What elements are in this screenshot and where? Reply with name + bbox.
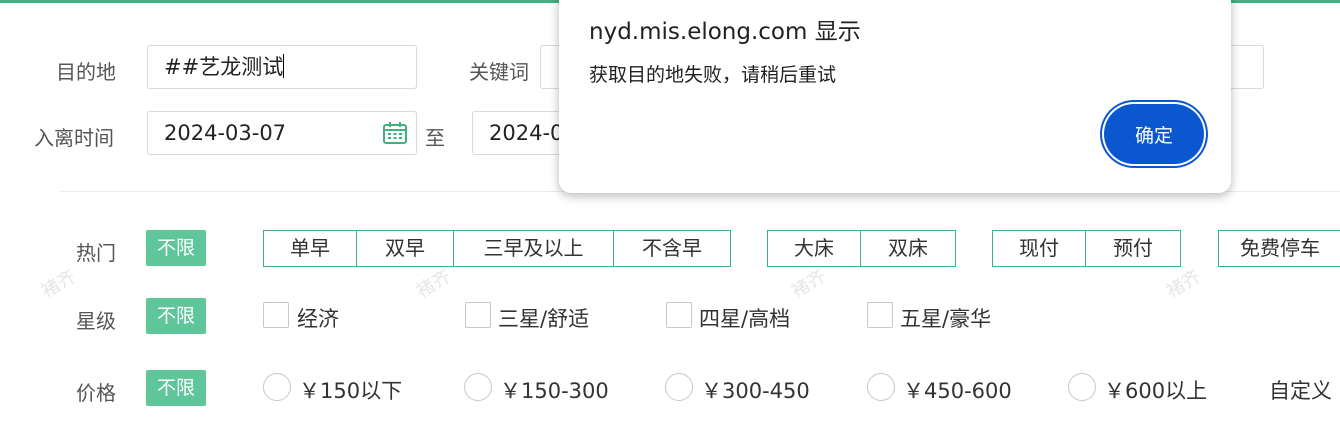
destination-input[interactable]: ##艺龙测试: [147, 45, 417, 89]
alert-dialog: nyd.mis.elong.com 显示 获取目的地失败，请稍后重试 确定: [559, 0, 1231, 193]
price-over-600-label: ￥600以上: [1104, 379, 1208, 403]
dialog-title: nyd.mis.elong.com 显示: [589, 19, 861, 45]
checkout-value: 2024-0: [489, 121, 564, 145]
calendar-icon[interactable]: [382, 121, 408, 145]
watermark: 褚齐: [37, 266, 80, 303]
price-150-300-radio[interactable]: [464, 373, 492, 401]
star-three-label: 三星/舒适: [498, 307, 590, 331]
breakfast-filter-group: 单早 双早 三早及以上 不含早: [263, 230, 731, 267]
star-four-checkbox[interactable]: [666, 302, 692, 328]
dates-label: 入离时间: [34, 126, 114, 150]
price-300-450-label: ￥300-450: [701, 379, 810, 403]
price-unlimited-tag[interactable]: 不限: [146, 370, 206, 406]
watermark: 褚齐: [787, 266, 830, 303]
filter-triple-breakfast[interactable]: 三早及以上: [453, 231, 613, 266]
filter-pay-at-hotel[interactable]: 现付: [993, 231, 1085, 266]
filter-free-parking[interactable]: 免费停车: [1219, 231, 1340, 266]
price-450-600-radio[interactable]: [867, 373, 895, 401]
star-unlimited-tag[interactable]: 不限: [146, 298, 206, 334]
watermark: 褚齐: [412, 266, 455, 303]
filter-prepay[interactable]: 预付: [1085, 231, 1180, 266]
filter-single-breakfast[interactable]: 单早: [264, 231, 356, 266]
star-five-label: 五星/豪华: [900, 307, 992, 331]
keyword-label: 关键词: [469, 60, 529, 84]
filter-double-breakfast[interactable]: 双早: [356, 231, 453, 266]
star-four-label: 四星/高档: [699, 307, 791, 331]
filter-twin-bed[interactable]: 双床: [860, 231, 955, 266]
text-caret: [283, 54, 285, 78]
payment-filter-group: 现付 预付: [992, 230, 1181, 267]
checkin-value: 2024-03-07: [164, 121, 287, 145]
destination-value: ##艺龙测试: [164, 55, 284, 79]
price-custom-link[interactable]: 自定义: [1269, 375, 1332, 405]
price-filter-label: 价格: [76, 381, 116, 405]
price-under-150-radio[interactable]: [263, 373, 291, 401]
price-300-450-radio[interactable]: [665, 373, 693, 401]
price-over-600-radio[interactable]: [1068, 373, 1096, 401]
price-under-150-label: ￥150以下: [299, 379, 403, 403]
date-separator: 至: [425, 126, 445, 150]
filter-no-breakfast[interactable]: 不含早: [613, 231, 730, 266]
bed-filter-group: 大床 双床: [767, 230, 956, 267]
star-five-checkbox[interactable]: [867, 302, 893, 328]
star-three-checkbox[interactable]: [465, 302, 491, 328]
filter-king-bed[interactable]: 大床: [768, 231, 860, 266]
price-450-600-label: ￥450-600: [903, 379, 1012, 403]
star-filter-label: 星级: [76, 309, 116, 333]
star-economy-label: 经济: [297, 307, 339, 331]
dialog-message: 获取目的地失败，请稍后重试: [589, 64, 837, 86]
checkin-input[interactable]: 2024-03-07: [147, 111, 417, 155]
watermark: 褚齐: [1162, 266, 1205, 303]
hot-filter-label: 热门: [76, 241, 116, 265]
parking-filter-group: 免费停车: [1218, 230, 1340, 267]
hot-unlimited-tag[interactable]: 不限: [146, 230, 206, 266]
destination-label: 目的地: [56, 60, 116, 84]
price-150-300-label: ￥150-300: [500, 379, 609, 403]
star-economy-checkbox[interactable]: [263, 302, 289, 328]
dialog-ok-button[interactable]: 确定: [1104, 104, 1204, 164]
